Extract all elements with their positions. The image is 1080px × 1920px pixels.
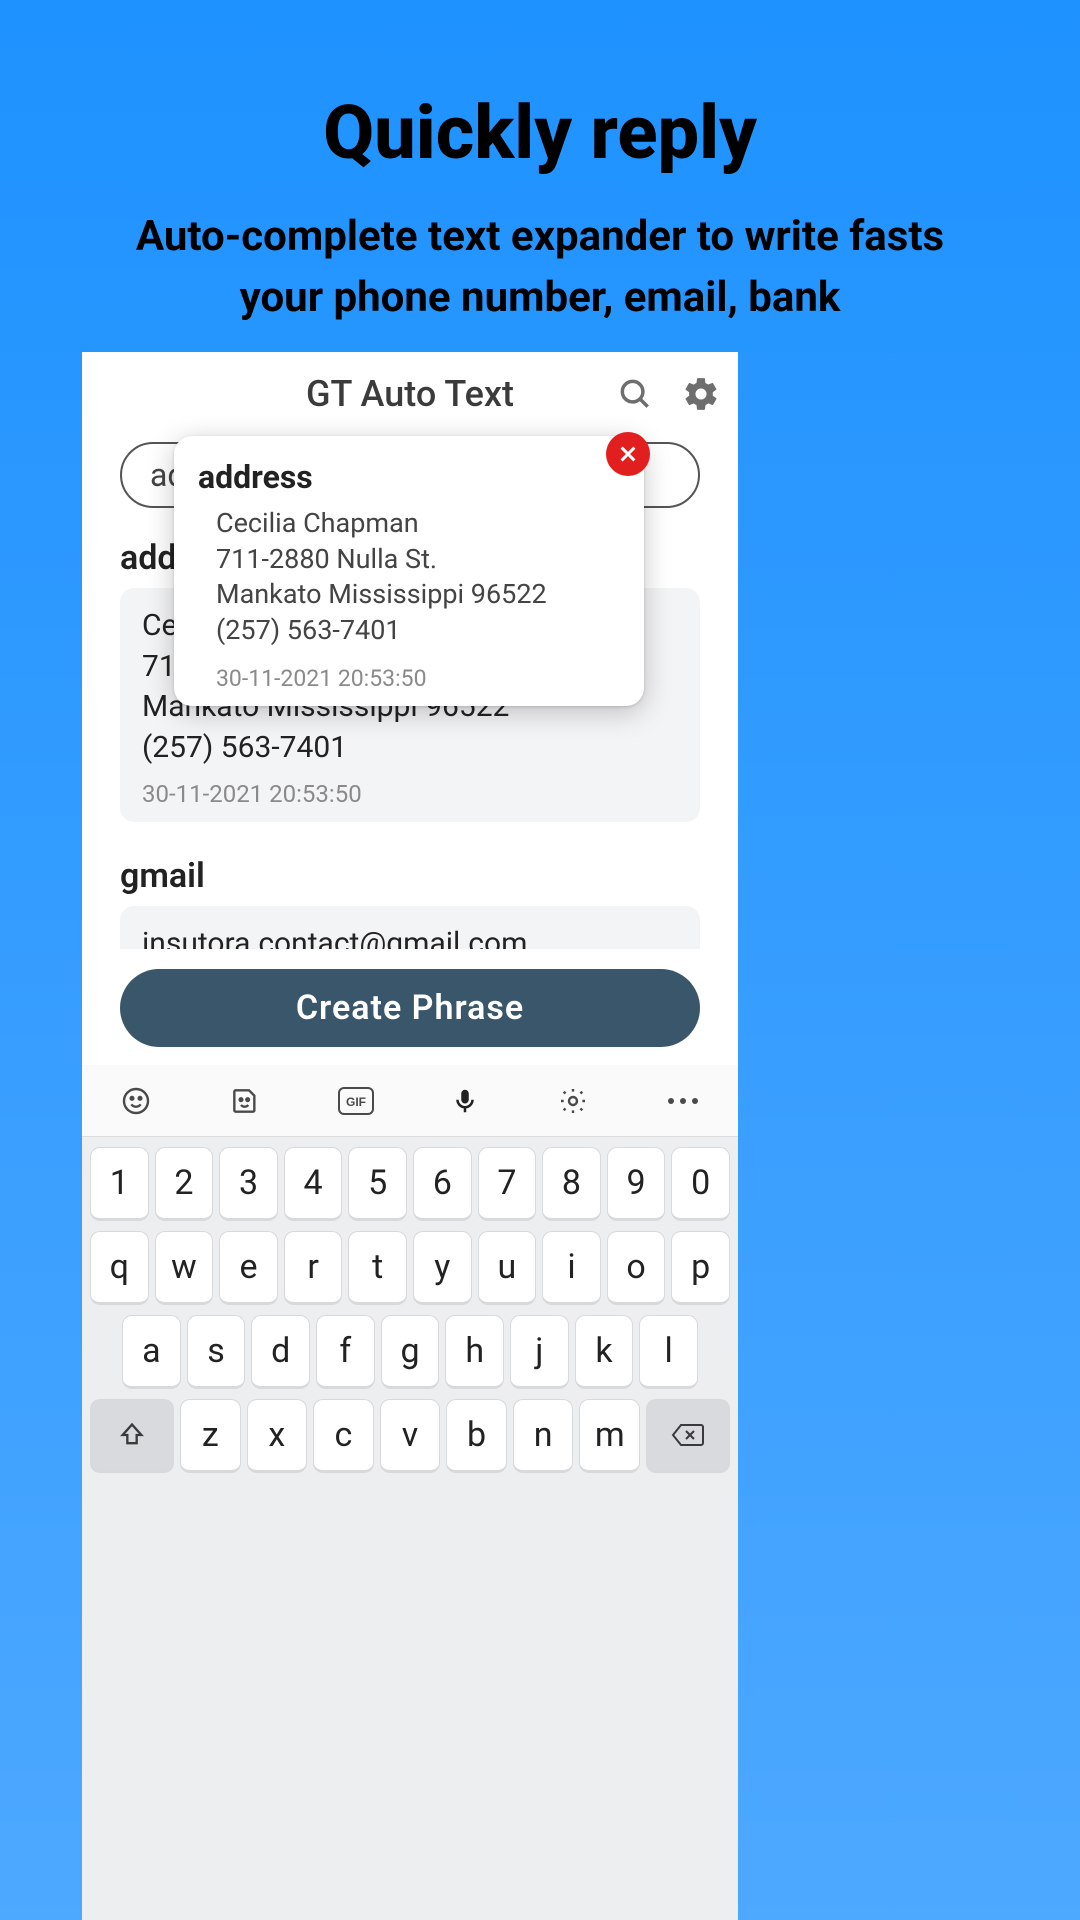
key-t[interactable]: t	[348, 1231, 407, 1305]
key-b[interactable]: b	[446, 1399, 507, 1473]
app-screenshot-frame: GT Auto Text add address Cecilia Chapman…	[82, 352, 738, 1920]
keyboard-rows: 1234567890 qwertyuiop asdfghjkl zxcvbnm	[82, 1137, 738, 1473]
popup-timestamp: 30-11-2021 20:53:50	[198, 665, 620, 692]
key-0[interactable]: 0	[671, 1147, 730, 1221]
key-c[interactable]: c	[313, 1399, 374, 1473]
close-icon[interactable]	[606, 432, 650, 476]
key-a[interactable]: a	[122, 1315, 181, 1389]
key-q[interactable]: q	[90, 1231, 149, 1305]
more-icon[interactable]	[666, 1096, 700, 1106]
key-1[interactable]: 1	[90, 1147, 149, 1221]
key-m[interactable]: m	[579, 1399, 640, 1473]
soft-keyboard: GIF 1234567890 qwertyuiop asdfghjkl zxcv…	[82, 1065, 738, 1920]
key-6[interactable]: 6	[413, 1147, 472, 1221]
key-4[interactable]: 4	[284, 1147, 343, 1221]
shift-key[interactable]	[90, 1399, 174, 1473]
keyboard-row: 1234567890	[90, 1147, 730, 1221]
key-r[interactable]: r	[284, 1231, 343, 1305]
keyboard-row: zxcvbnm	[90, 1399, 730, 1473]
mic-icon[interactable]	[450, 1084, 480, 1118]
key-8[interactable]: 8	[542, 1147, 601, 1221]
key-f[interactable]: f	[316, 1315, 375, 1389]
key-h[interactable]: h	[445, 1315, 504, 1389]
key-e[interactable]: e	[219, 1231, 278, 1305]
key-v[interactable]: v	[380, 1399, 441, 1473]
key-g[interactable]: g	[381, 1315, 440, 1389]
keyboard-row: asdfghjkl	[90, 1315, 730, 1389]
cta-bar: Create Phrase	[82, 949, 738, 1065]
autocomplete-popup[interactable]: address Cecilia Chapman 711-2880 Nulla S…	[174, 436, 644, 706]
key-p[interactable]: p	[671, 1231, 730, 1305]
gif-icon[interactable]: GIF	[338, 1087, 374, 1115]
emoji-icon[interactable]	[120, 1085, 152, 1117]
key-l[interactable]: l	[639, 1315, 698, 1389]
key-x[interactable]: x	[247, 1399, 308, 1473]
keyboard-settings-icon[interactable]	[557, 1085, 589, 1117]
key-i[interactable]: i	[542, 1231, 601, 1305]
key-w[interactable]: w	[155, 1231, 214, 1305]
search-icon[interactable]	[616, 375, 654, 413]
key-s[interactable]: s	[187, 1315, 246, 1389]
key-y[interactable]: y	[413, 1231, 472, 1305]
phrase-label: gmail	[120, 856, 700, 896]
popup-body: Cecilia Chapman 711-2880 Nulla St. Manka…	[198, 506, 620, 649]
key-o[interactable]: o	[607, 1231, 666, 1305]
key-7[interactable]: 7	[478, 1147, 537, 1221]
sticker-icon[interactable]	[229, 1085, 261, 1117]
app-bar: GT Auto Text	[82, 352, 738, 436]
key-3[interactable]: 3	[219, 1147, 278, 1221]
hero-subtitle: Auto-complete text expander to write fas…	[0, 207, 1080, 329]
cta-label: Create Phrase	[296, 988, 524, 1028]
key-z[interactable]: z	[180, 1399, 241, 1473]
key-5[interactable]: 5	[348, 1147, 407, 1221]
gear-icon[interactable]	[682, 375, 720, 413]
app-title: GT Auto Text	[306, 373, 514, 415]
app-bar-actions	[616, 352, 720, 436]
backspace-key[interactable]	[646, 1399, 730, 1473]
key-k[interactable]: k	[575, 1315, 634, 1389]
svg-text:GIF: GIF	[346, 1095, 366, 1109]
key-9[interactable]: 9	[607, 1147, 666, 1221]
key-j[interactable]: j	[510, 1315, 569, 1389]
popup-title: address	[198, 458, 620, 496]
key-u[interactable]: u	[478, 1231, 537, 1305]
hero-title: Quickly reply	[0, 90, 1080, 177]
create-phrase-button[interactable]: Create Phrase	[120, 969, 700, 1047]
keyboard-row: qwertyuiop	[90, 1231, 730, 1305]
marketing-hero: Quickly reply Auto-complete text expande…	[0, 0, 1080, 329]
key-2[interactable]: 2	[155, 1147, 214, 1221]
key-n[interactable]: n	[513, 1399, 574, 1473]
key-d[interactable]: d	[251, 1315, 310, 1389]
phrase-timestamp: 30-11-2021 20:53:50	[142, 780, 678, 808]
keyboard-toolbar: GIF	[82, 1065, 738, 1137]
